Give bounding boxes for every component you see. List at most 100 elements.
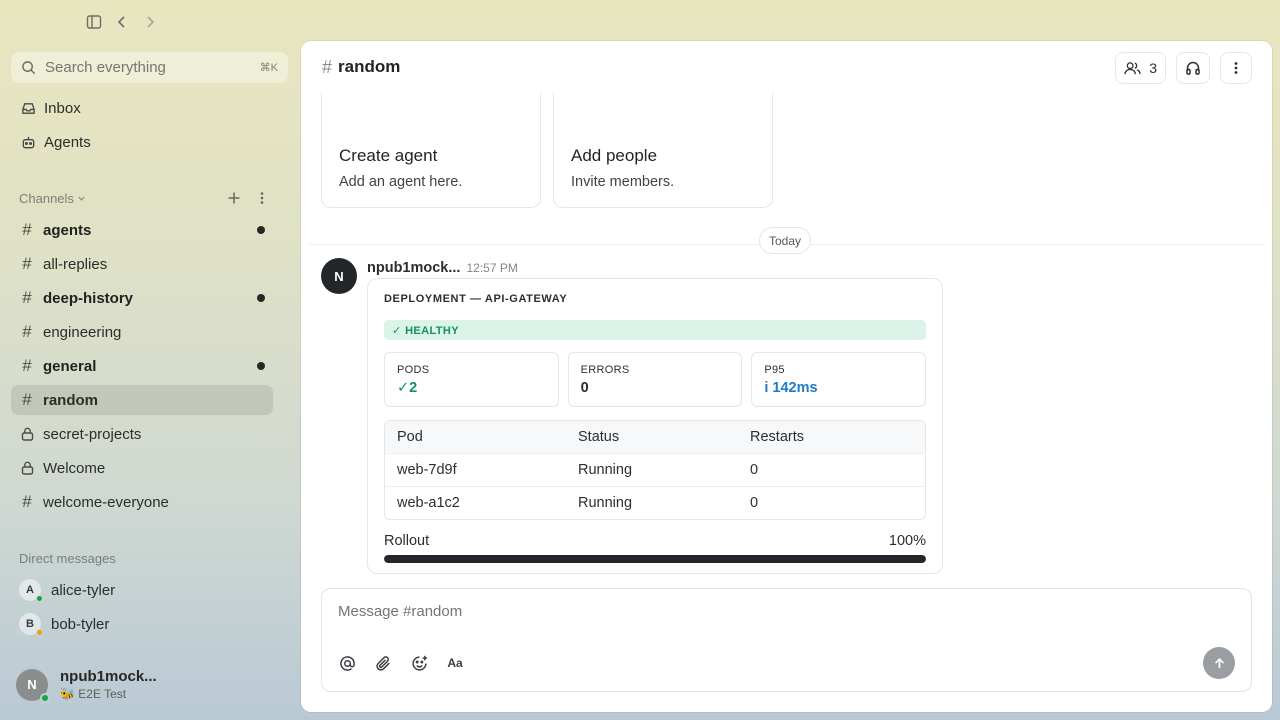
avatar-initial: N: [27, 677, 37, 692]
dm-section-header: Direct messages: [19, 548, 269, 568]
bot-icon: [20, 134, 36, 150]
create-agent-card[interactable]: Create agent Add an agent here.: [321, 93, 541, 208]
table-header-row: Pod Status Restarts: [385, 421, 925, 453]
channel-label: all-replies: [43, 255, 108, 273]
table-row: web-7d9f Running 0: [385, 453, 925, 486]
channel-random[interactable]: # random: [11, 385, 273, 415]
metric-label: PODS: [397, 364, 430, 376]
hash-icon: #: [22, 390, 32, 409]
composer-toolbar: Aa: [338, 654, 464, 672]
channel-secret-projects[interactable]: secret-projects: [11, 419, 273, 449]
inbox-icon: [20, 100, 36, 116]
hash-icon: #: [22, 356, 32, 375]
channel-panel: # random 3 Create agent Add an agent her…: [301, 41, 1272, 712]
channel-all-replies[interactable]: # all-replies: [11, 249, 273, 279]
table-cell: Running: [578, 495, 633, 511]
table-header-cell: Pod: [397, 429, 423, 445]
send-button[interactable]: [1203, 647, 1235, 679]
member-count: 3: [1149, 60, 1157, 76]
search-icon: [21, 60, 36, 75]
message-time: 12:57 PM: [466, 261, 518, 275]
avatar: B: [19, 613, 43, 636]
channel-more-button[interactable]: [1220, 52, 1252, 84]
channel-welcome[interactable]: Welcome: [11, 453, 273, 483]
table-cell: web-a1c2: [397, 495, 460, 511]
unread-dot: [257, 362, 265, 370]
metric-label: P95: [764, 364, 785, 376]
card-title: Create agent: [339, 146, 438, 165]
search-bar[interactable]: Search everything ⌘K: [11, 52, 288, 83]
table-cell: Running: [578, 462, 633, 478]
deployment-heading: DEPLOYMENT — API-GATEWAY: [384, 293, 568, 305]
message-avatar[interactable]: N: [321, 258, 357, 294]
mention-icon[interactable]: [338, 654, 356, 672]
avatar-initial: N: [334, 268, 344, 284]
channel-engineering[interactable]: # engineering: [11, 317, 273, 347]
arrow-up-icon: [1213, 657, 1226, 670]
deployment-card: DEPLOYMENT — API-GATEWAY ✓ HEALTHY PODS …: [367, 278, 943, 574]
nav-agents-label: Agents: [44, 133, 91, 151]
metrics-row: PODS ✓2 ERRORS 0 P95 i 142ms: [384, 352, 927, 407]
channels-section-header[interactable]: Channels: [19, 188, 269, 208]
user-name: npub1mock...: [60, 668, 157, 685]
text-format-icon[interactable]: Aa: [446, 654, 464, 672]
channel-label: welcome-everyone: [43, 493, 169, 511]
channel-label: deep-history: [43, 289, 134, 307]
rollout-progress-fill: [384, 555, 926, 563]
card-title: Add people: [571, 146, 658, 165]
channel-welcome-everyone[interactable]: # welcome-everyone: [11, 487, 273, 517]
table-cell: 0: [750, 462, 759, 478]
date-divider: Today: [759, 227, 812, 254]
pods-table: Pod Status Restarts web-7d9f Running 0 w…: [384, 420, 926, 520]
dm-section-label: Direct messages: [19, 550, 116, 566]
online-status-dot: [36, 595, 43, 602]
table-row: web-a1c2 Running 0: [385, 486, 925, 519]
chevron-down-icon: [77, 194, 86, 203]
message-input[interactable]: [338, 603, 1138, 620]
channels-more-icon[interactable]: [255, 191, 269, 205]
search-shortcut: ⌘K: [259, 62, 278, 74]
hash-icon: #: [22, 254, 32, 273]
headphones-icon: [1185, 60, 1201, 76]
add-people-card[interactable]: Add people Invite members.: [553, 93, 773, 208]
members-button[interactable]: 3: [1115, 52, 1166, 84]
rollout-percent: 100%: [888, 533, 926, 549]
nav-inbox[interactable]: Inbox: [11, 93, 273, 123]
table-cell: web-7d9f: [397, 462, 457, 478]
channel-label: engineering: [43, 323, 122, 341]
channel-label: secret-projects: [43, 425, 142, 443]
lock-icon: [20, 427, 34, 441]
unread-dot: [257, 226, 265, 234]
nav-inbox-label: Inbox: [44, 99, 81, 117]
nav-agents[interactable]: Agents: [11, 127, 273, 157]
emoji-icon[interactable]: [410, 654, 428, 672]
health-status-badge: ✓ HEALTHY: [384, 320, 926, 340]
metric-errors: ERRORS 0: [567, 352, 743, 407]
channel-general[interactable]: # general: [11, 351, 273, 381]
away-status-dot: [36, 629, 43, 636]
unread-dot: [257, 294, 265, 302]
metric-value: ✓2: [397, 380, 418, 396]
dm-bob-tyler[interactable]: B bob-tyler: [19, 609, 109, 639]
dm-alice-tyler[interactable]: A alice-tyler: [19, 575, 115, 605]
rollout-progress-bar: [384, 555, 926, 563]
avatar-initial: B: [26, 618, 34, 630]
more-vertical-icon: [1229, 61, 1243, 75]
channel-deep-history[interactable]: # deep-history: [11, 283, 273, 313]
dm-label: alice-tyler: [51, 581, 116, 599]
channels-section-label: Channels: [19, 190, 74, 206]
dm-label: bob-tyler: [51, 615, 110, 633]
card-description: Invite members.: [571, 174, 675, 190]
add-channel-icon[interactable]: [227, 191, 241, 205]
hash-icon: #: [22, 492, 32, 511]
current-user[interactable]: N npub1mock... 🐝 E2E Test: [16, 668, 157, 703]
channel-label: general: [43, 357, 97, 375]
search-placeholder[interactable]: Search everything: [45, 59, 260, 76]
message-author[interactable]: npub1mock...: [367, 260, 460, 276]
channel-agents[interactable]: # agents: [11, 215, 273, 245]
huddle-button[interactable]: [1176, 52, 1210, 84]
channel-label: agents: [43, 221, 92, 239]
hash-icon: #: [22, 288, 32, 307]
intro-cards: Create agent Add an agent here. Add peop…: [321, 93, 773, 208]
attach-icon[interactable]: [374, 654, 392, 672]
